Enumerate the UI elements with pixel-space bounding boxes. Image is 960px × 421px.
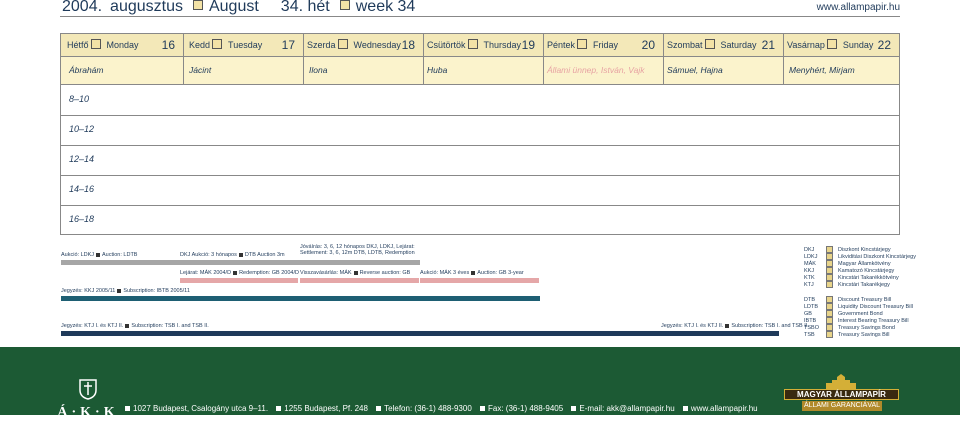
event-tue-maturity: Lejárat: MÁK 2004/D Redemption: GB 2004/D — [180, 270, 299, 276]
square-icon — [704, 38, 715, 49]
time-slot[interactable]: 16–18 — [61, 205, 899, 235]
legend-item: IBTB Interest Bearing Treasury Bill — [804, 317, 909, 324]
week-title: 2004. augusztus August 34. hét week 34 — [62, 0, 423, 16]
square-icon — [192, 0, 203, 10]
legend-item: TSBO Treasury Savings Bond — [804, 324, 895, 331]
state-guarantee-badge: MAGYAR ÁLLAMPAPÍR ÁLLAMI GARANCIÁVAL — [784, 374, 899, 411]
month-en: August — [208, 0, 259, 15]
legend-item: DTB Discount Treasury Bill — [804, 296, 892, 303]
nameday-thursday: Huba — [427, 65, 448, 75]
time-slot[interactable]: 14–16 — [61, 175, 899, 206]
nameday-saturday: Sámuel, Hajna — [667, 65, 723, 75]
week-en: week 34 — [355, 0, 416, 15]
legend-item: LDKJ Likviditási Diszkont Kincstárjegy — [804, 253, 916, 260]
legend-item: GB Government Bond — [804, 310, 883, 317]
legend-item: MÁK Magyar Államkötvény — [804, 260, 891, 267]
time-slot[interactable]: 8–10 — [61, 85, 899, 116]
time-grid: 8–10 10–12 12–14 14–16 16–18 — [60, 85, 900, 235]
year: 2004. — [62, 0, 103, 15]
square-icon — [577, 38, 588, 49]
nameday-tuesday: Jácint — [189, 65, 212, 75]
time-slot[interactable]: 12–14 — [61, 145, 899, 176]
nameday-row: Ábrahám Jácint Ilona Huba Állami ünnep, … — [60, 57, 900, 85]
month-hu: augusztus — [110, 0, 183, 15]
day-header-row: Hétfő Monday 16 Kedd Tuesday 17 Szerda Wednes… — [60, 33, 900, 57]
event-mon-auction: Aukció: LDKJ Auction: LDTB — [61, 252, 138, 258]
square-icon — [467, 38, 478, 49]
event-fri-subscr: Jegyzés: KTJ I. és KTJ II. Subscription: … — [661, 323, 809, 329]
bar-auction — [61, 260, 420, 265]
legend-item: TSB Treasury Savings Bill — [804, 331, 890, 338]
header-url[interactable]: www.allampapir.hu — [817, 2, 900, 13]
nameday-monday: Ábrahám — [69, 65, 104, 75]
crest-icon — [79, 379, 97, 400]
event-mon-subscr2: Jegyzés: KTJ I. és KTJ II. Subscription: … — [61, 323, 209, 329]
bar-subscription-ktj — [61, 331, 779, 336]
event-wed-settle: Jóváírás: 3, 6, 12 hónapos DKJ, LDKJ, Le… — [300, 244, 415, 256]
square-icon — [212, 38, 223, 49]
event-thu-auction: Aukció: MÁK 3 éves Auction: GB 3-year — [420, 270, 524, 276]
square-icon — [90, 38, 101, 49]
header-divider — [60, 16, 900, 17]
legend-item: LDTB Liquidity Discount Treasury Bill — [804, 303, 913, 310]
bar-reverse — [300, 278, 419, 283]
nameday-sunday: Menyhért, Mirjam — [789, 65, 855, 75]
square-icon — [337, 38, 348, 49]
footer-contact: 1027 Budapest, Csalogány utca 9–11. 1255… — [122, 404, 761, 413]
event-tue-auction: DKJ Aukció: 3 hónapos DTB Auction 3m — [180, 252, 285, 258]
footer-web[interactable]: www.allampapir.hu — [691, 404, 758, 413]
bar-thu-auction — [420, 278, 539, 283]
day-thursday[interactable]: Csütörtök Thursday 19 — [427, 34, 541, 56]
legend-item: DKJ Diszkont Kincstárjegy — [804, 246, 891, 253]
nameday-wednesday: Ilona — [309, 65, 328, 75]
legend-item: KKJ Kamatozó Kincstárjegy — [804, 267, 895, 274]
akk-logo: Á·K·K — [56, 378, 120, 420]
day-friday[interactable]: Péntek Friday 20 — [547, 34, 661, 56]
event-mon-subscr: Jegyzés: KKJ 2005/11 Subscription: IBTB 2… — [61, 288, 190, 294]
day-saturday[interactable]: Szombat Saturday 21 — [667, 34, 781, 56]
day-tuesday[interactable]: Kedd Tuesday 17 — [189, 34, 301, 56]
footer-email[interactable]: E-mail: akk@allampapir.hu — [579, 404, 674, 413]
square-icon — [826, 38, 837, 49]
bar-maturity — [180, 278, 298, 283]
day-monday[interactable]: Hétfő Monday 16 — [67, 34, 181, 56]
square-icon — [339, 0, 350, 10]
week-hu: 34. hét — [280, 0, 330, 15]
day-wednesday[interactable]: Szerda Wednesday 18 — [307, 34, 421, 56]
legend-item: KTK Kincstári Takarékkötvény — [804, 274, 899, 281]
time-slot[interactable]: 10–12 — [61, 115, 899, 146]
legend-item: KTJ Kincstári Takarékjegy — [804, 281, 890, 288]
day-sunday[interactable]: Vasárnap Sunday 22 — [787, 34, 897, 56]
legend: DKJ Diszkont Kincstárjegy LDKJ Likviditási… — [804, 246, 916, 338]
event-wed-reverse: Visszavásárlás: MÁK Reverse auction: GB — [300, 270, 411, 276]
bar-subscription-kkj — [61, 296, 540, 301]
nameday-friday: Állami ünnep, István, Vajk — [547, 65, 645, 75]
parliament-icon — [826, 374, 856, 389]
